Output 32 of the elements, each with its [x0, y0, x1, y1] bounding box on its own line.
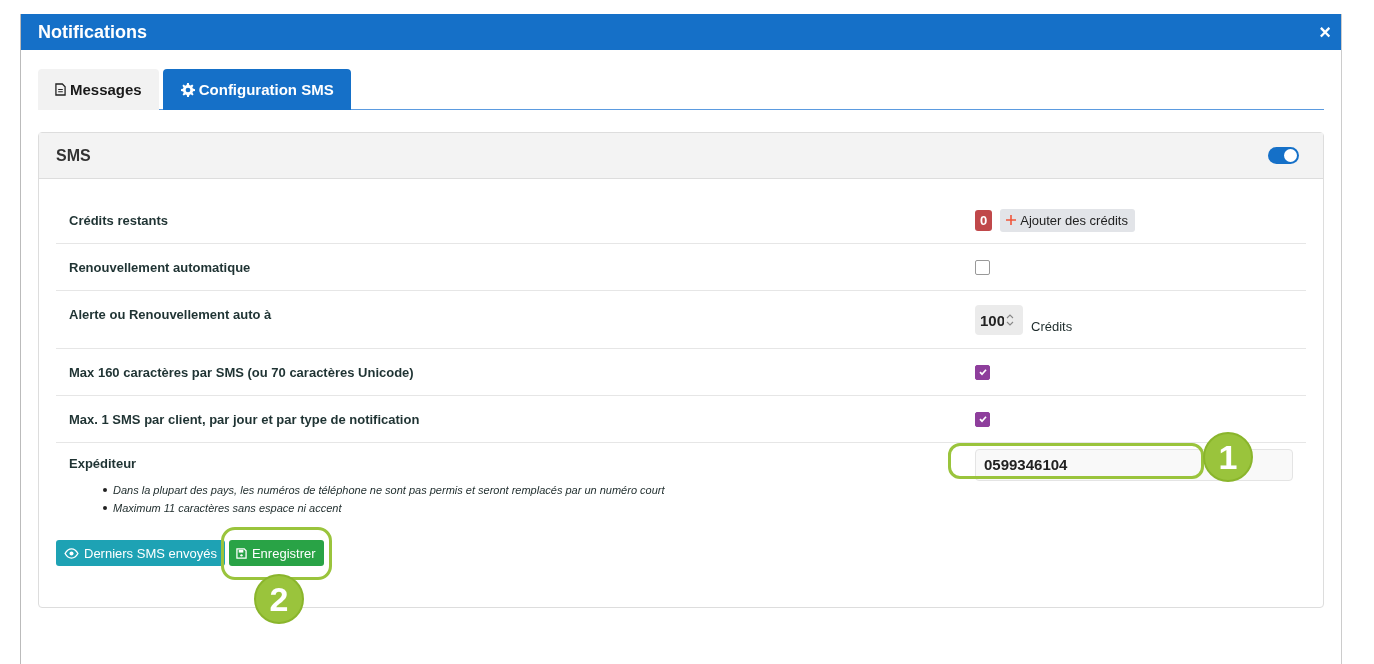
step-number: 2 [253, 574, 304, 624]
bullet-icon [103, 488, 107, 492]
checkmark-icon [977, 414, 988, 424]
setting-label: Max 160 caractères par SMS (ou 70 caractères Unicode) [69, 364, 415, 380]
tab[interactable]: Configuration SMS [162, 69, 351, 110]
setting-label: Expéditeur [69, 456, 138, 471]
help-note: Dans la plupart des pays, les numéros de téléphone ne sont pas permis et seront remplacés par un numéro court [113, 483, 665, 498]
checkmark-icon [977, 367, 988, 377]
document-icon [55, 83, 66, 96]
help-note: Maximum 11 caractères sans espace ni accent [113, 501, 342, 516]
eye-icon [64, 547, 79, 559]
setting-label: Renouvellement automatique [69, 259, 252, 275]
number-field[interactable]: 100 [975, 305, 1023, 335]
plus-icon [1006, 215, 1017, 225]
credit-count: 0 [975, 209, 993, 231]
window-title: Notifications [38, 21, 147, 43]
step-number: 1 [1203, 432, 1253, 482]
close-button[interactable]: × [1319, 20, 1331, 44]
setting-label: Max. 1 SMS par client, par jour et par type de notification [69, 411, 421, 427]
panel-title: SMS [56, 146, 91, 165]
checkbox[interactable] [975, 411, 990, 427]
checkbox[interactable] [975, 364, 990, 380]
gear-icon [180, 82, 195, 97]
setting-label: Alerte ou Renouvellement auto à [69, 307, 273, 322]
bullet-icon [103, 506, 107, 510]
tab[interactable]: Messages [38, 69, 159, 110]
add-credits-button[interactable]: Ajouter des crédits [1000, 208, 1135, 232]
checkbox[interactable] [975, 259, 990, 275]
spinner-arrows-icon [1005, 313, 1015, 327]
setting-label: Crédits restants [69, 212, 169, 228]
toggle-switch[interactable] [1268, 147, 1299, 164]
unit-label: Crédits [1031, 318, 1073, 334]
